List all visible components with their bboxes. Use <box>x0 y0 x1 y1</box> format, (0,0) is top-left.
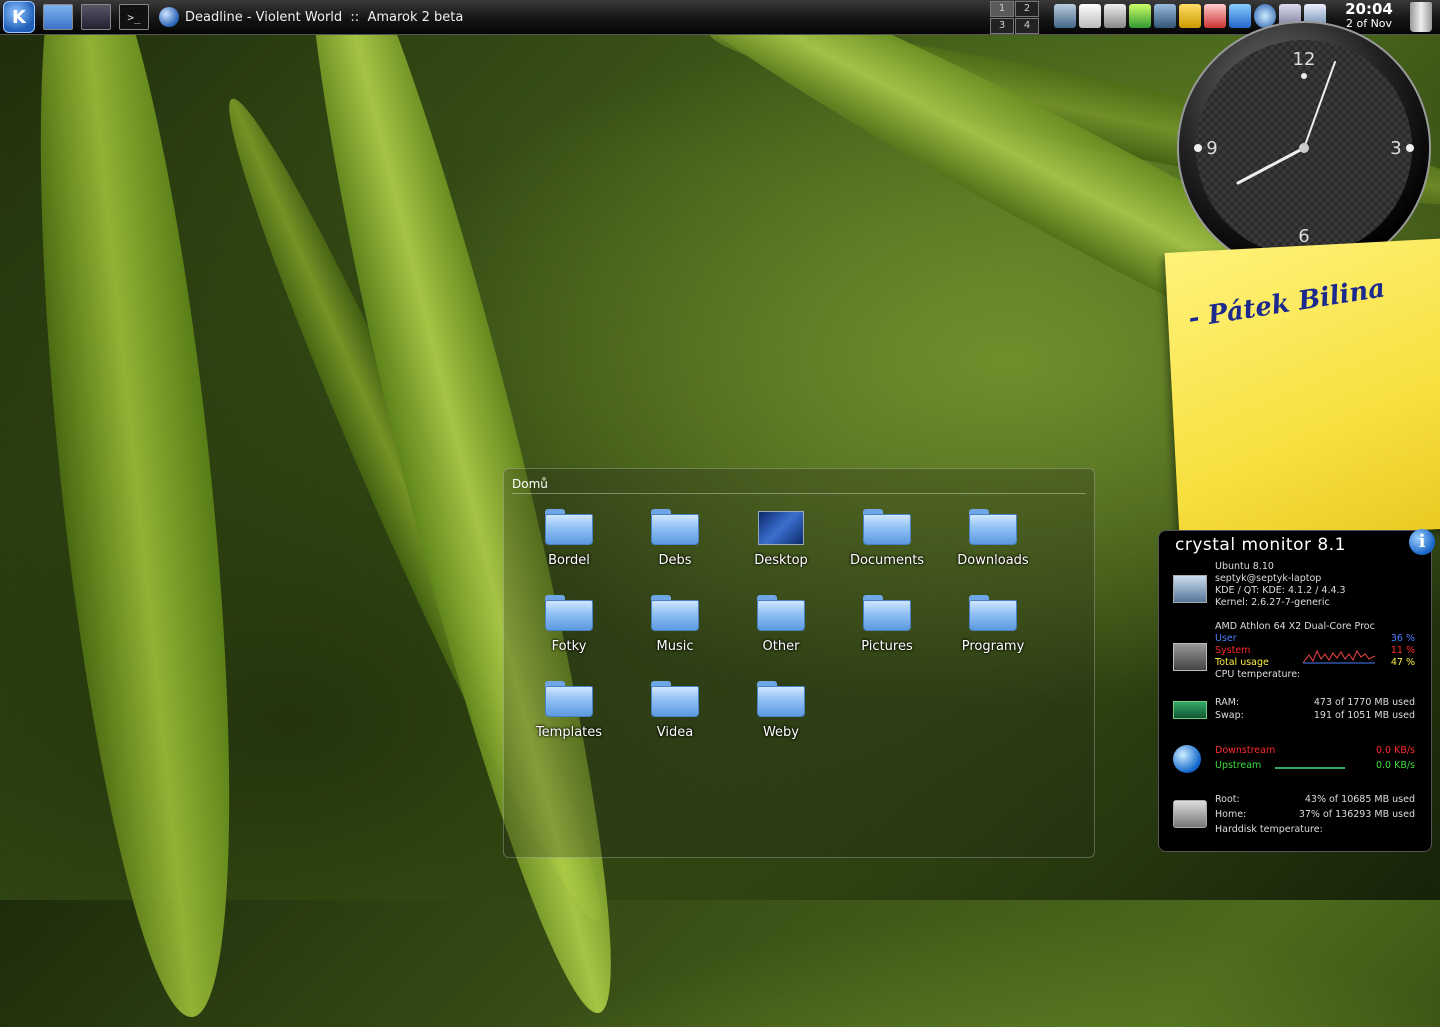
pager-desktop-3[interactable]: 3 <box>990 18 1014 34</box>
folder-label: Downloads <box>957 553 1029 568</box>
clock-dot <box>1406 144 1414 152</box>
home-icon[interactable] <box>43 4 73 30</box>
folder-label: Other <box>762 639 800 654</box>
harddisk-icon <box>1173 800 1207 828</box>
folder-item-programy[interactable]: Programy <box>940 593 1046 679</box>
globe-icon <box>1173 745 1201 773</box>
clock-dot <box>1301 73 1307 79</box>
crystal-monitor-widget[interactable]: crystal monitor 8.1 i Ubuntu 8.10 septyk… <box>1158 529 1435 852</box>
folder-item-templates[interactable]: Templates <box>516 679 622 765</box>
folder-label: Weby <box>762 725 800 740</box>
downstream-row: Downstream 0.0 KB/s <box>1215 745 1415 756</box>
crystal-monitor-title: crystal monitor 8.1 <box>1175 535 1346 555</box>
folder-item-downloads[interactable]: Downloads <box>940 507 1046 593</box>
folder-icon <box>651 509 699 545</box>
folder-label: Debs <box>658 553 692 568</box>
ram-row: RAM: 473 of 1770 MB used <box>1215 697 1415 708</box>
cpu-model: AMD Athlon 64 X2 Dual-Core Proc <box>1215 621 1375 632</box>
clock-numeral-6: 6 <box>1298 226 1309 247</box>
root-disk-row: Root: 43% of 10685 MB used <box>1215 794 1415 805</box>
clock-numeral-9: 9 <box>1206 138 1217 159</box>
folder-icon <box>969 509 1017 545</box>
desktop-pager: 1 2 3 4 <box>990 1 1039 34</box>
clock-time: 20:04 <box>1345 0 1393 18</box>
system-monitor-icon[interactable] <box>81 4 111 30</box>
host-text: septyk@septyk-laptop <box>1215 573 1322 584</box>
upstream-graph <box>1275 767 1345 769</box>
clock-numeral-3: 3 <box>1390 138 1401 159</box>
upstream-row: Upstream 0.0 KB/s <box>1215 760 1415 771</box>
cpu-icon <box>1173 643 1207 671</box>
home-disk-row: Home: 37% of 136293 MB used <box>1215 809 1415 820</box>
kernel-text: Kernel: 2.6.27-7-generic <box>1215 597 1330 608</box>
folder-view-title: Domů <box>512 477 548 491</box>
clipboard-icon[interactable] <box>1079 4 1101 28</box>
swap-row: Swap: 191 of 1051 MB used <box>1215 710 1415 721</box>
folder-grid: Bordel Debs Desktop Documents Downloads … <box>516 507 1046 765</box>
task-title: Deadline - Violent World :: Amarok 2 bet… <box>185 9 464 25</box>
folder-icon <box>545 509 593 545</box>
volume-icon[interactable] <box>1104 4 1126 28</box>
folder-item-fotky[interactable]: Fotky <box>516 593 622 679</box>
battery-icon[interactable] <box>1129 4 1151 28</box>
kde-version-text: KDE / QT: KDE: 4.1.2 / 4.4.3 <box>1215 585 1346 596</box>
folder-view-widget[interactable]: Domů Bordel Debs Desktop Documents Downl… <box>503 468 1095 858</box>
desktop-folder-icon <box>758 511 804 545</box>
folder-icon <box>757 681 805 717</box>
clock-dot <box>1194 144 1202 152</box>
sticky-note-widget[interactable]: - Pátek Bilina <box>1164 237 1440 543</box>
folder-view-divider <box>512 493 1086 494</box>
folder-item-documents[interactable]: Documents <box>834 507 940 593</box>
amarok-icon <box>159 7 179 27</box>
folder-label: Documents <box>849 553 925 568</box>
computer-icon <box>1173 575 1207 603</box>
folder-label: Videa <box>656 725 694 740</box>
pager-desktop-4[interactable]: 4 <box>1015 18 1039 34</box>
folder-icon <box>545 681 593 717</box>
folder-item-videa[interactable]: Videa <box>622 679 728 765</box>
folder-icon <box>545 595 593 631</box>
folder-item-desktop[interactable]: Desktop <box>728 507 834 593</box>
folder-icon <box>651 595 699 631</box>
network-tray-icon[interactable] <box>1054 4 1076 28</box>
folder-item-music[interactable]: Music <box>622 593 728 679</box>
folder-icon <box>651 681 699 717</box>
folder-label: Templates <box>535 725 603 740</box>
pager-desktop-2[interactable]: 2 <box>1015 1 1039 17</box>
sticky-note-text[interactable]: - Pátek Bilina <box>1186 273 1387 334</box>
folder-label: Bordel <box>548 553 590 568</box>
info-icon[interactable]: i <box>1409 529 1435 555</box>
folder-item-pictures[interactable]: Pictures <box>834 593 940 679</box>
disk-temperature: Harddisk temperature: <box>1215 824 1323 835</box>
folder-label: Desktop <box>754 553 808 568</box>
clock-center <box>1299 143 1309 153</box>
taskbar-item-amarok[interactable]: Deadline - Violent World :: Amarok 2 bet… <box>159 7 463 27</box>
kde-menu-button[interactable]: K <box>3 1 35 33</box>
folder-icon <box>863 509 911 545</box>
folder-icon <box>969 595 1017 631</box>
folder-label: Music <box>656 639 694 654</box>
os-text: Ubuntu 8.10 <box>1215 561 1274 572</box>
cpu-usage-graph <box>1303 649 1375 664</box>
cpu-temperature: CPU temperature: <box>1215 669 1301 680</box>
grass-blade <box>2 0 268 1025</box>
folder-item-weby[interactable]: Weby <box>728 679 834 765</box>
folder-icon <box>863 595 911 631</box>
folder-label: Fotky <box>551 639 587 654</box>
folder-icon <box>757 595 805 631</box>
memory-icon <box>1173 701 1207 719</box>
folder-item-bordel[interactable]: Bordel <box>516 507 622 593</box>
cpu-user-row: User 36 % <box>1215 633 1415 644</box>
folder-item-other[interactable]: Other <box>728 593 834 679</box>
folder-label: Programy <box>961 639 1025 654</box>
folder-item-debs[interactable]: Debs <box>622 507 728 593</box>
terminal-icon[interactable]: >_ <box>119 4 149 30</box>
clock-numeral-12: 12 <box>1293 49 1316 70</box>
folder-label: Pictures <box>861 639 913 654</box>
pager-desktop-1[interactable]: 1 <box>990 1 1014 17</box>
